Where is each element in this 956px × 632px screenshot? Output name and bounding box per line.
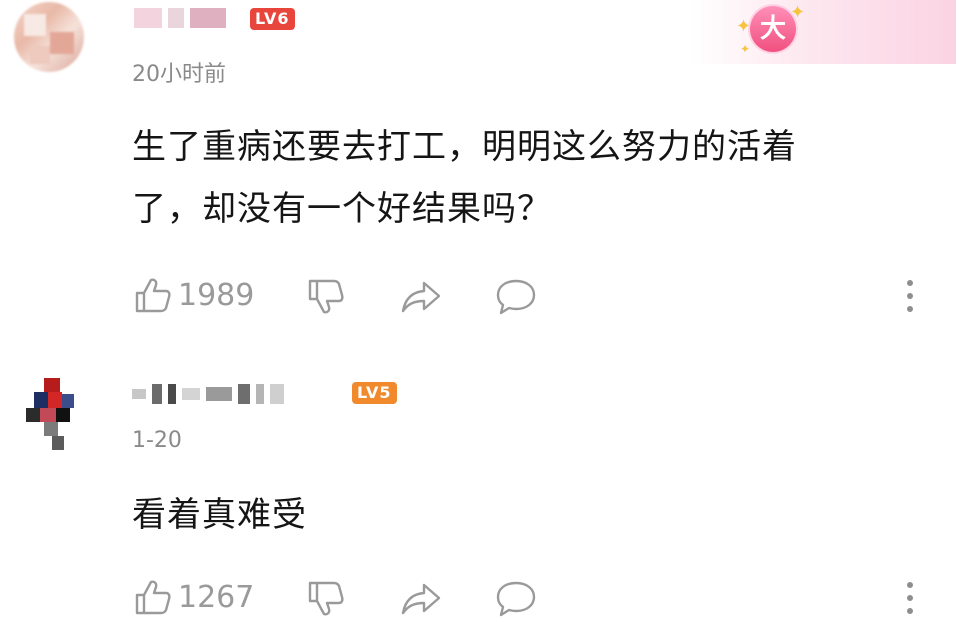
like-count: 1989 [178,277,255,313]
like-button[interactable]: 1989 [134,276,254,314]
comment-text-line: 看着真难受 [132,495,307,535]
reply-icon[interactable] [495,278,537,316]
dislike-icon[interactable] [307,580,345,618]
comment-item: LV6 20小时前 ✦ ✦ ✦ 大 生了重病还要去打工，明明这么努力的活着 了，… [0,0,956,340]
username-blurred[interactable] [132,378,332,410]
comment-text: 生了重病还要去打工，明明这么努力的活着 了，却没有一个好结果吗？ [132,116,912,240]
like-icon [135,278,171,313]
like-button[interactable]: 1267 [134,578,254,616]
comment-text-line: 了，却没有一个好结果吗？ [132,189,552,229]
comment-text: 看着真难受 [132,484,912,546]
share-icon[interactable] [400,280,442,314]
more-icon[interactable] [906,582,914,614]
reply-icon[interactable] [495,580,537,618]
sparkle-icon: ✦ [736,16,752,37]
comment-text-line: 生了重病还要去打工，明明这么努力的活着 [132,127,797,167]
timestamp: 20小时前 [132,62,226,87]
sparkle-icon: ✦ [740,42,751,56]
dislike-icon[interactable] [307,278,345,316]
more-icon[interactable] [906,280,914,312]
level-badge: LV5 [352,382,397,404]
avatar[interactable] [14,2,84,72]
avatar[interactable] [22,378,82,454]
big-badge-label: 大 [750,6,796,52]
like-icon [135,580,171,615]
level-badge: LV6 [250,8,295,30]
share-icon[interactable] [400,582,442,616]
super-fan-badge: ✦ ✦ ✦ 大 [690,0,956,64]
like-count: 1267 [178,579,255,615]
timestamp: 1-20 [132,428,182,453]
comment-item: LV5 1-20 看着真难受 1267 [0,340,956,632]
username-blurred[interactable] [134,2,244,34]
